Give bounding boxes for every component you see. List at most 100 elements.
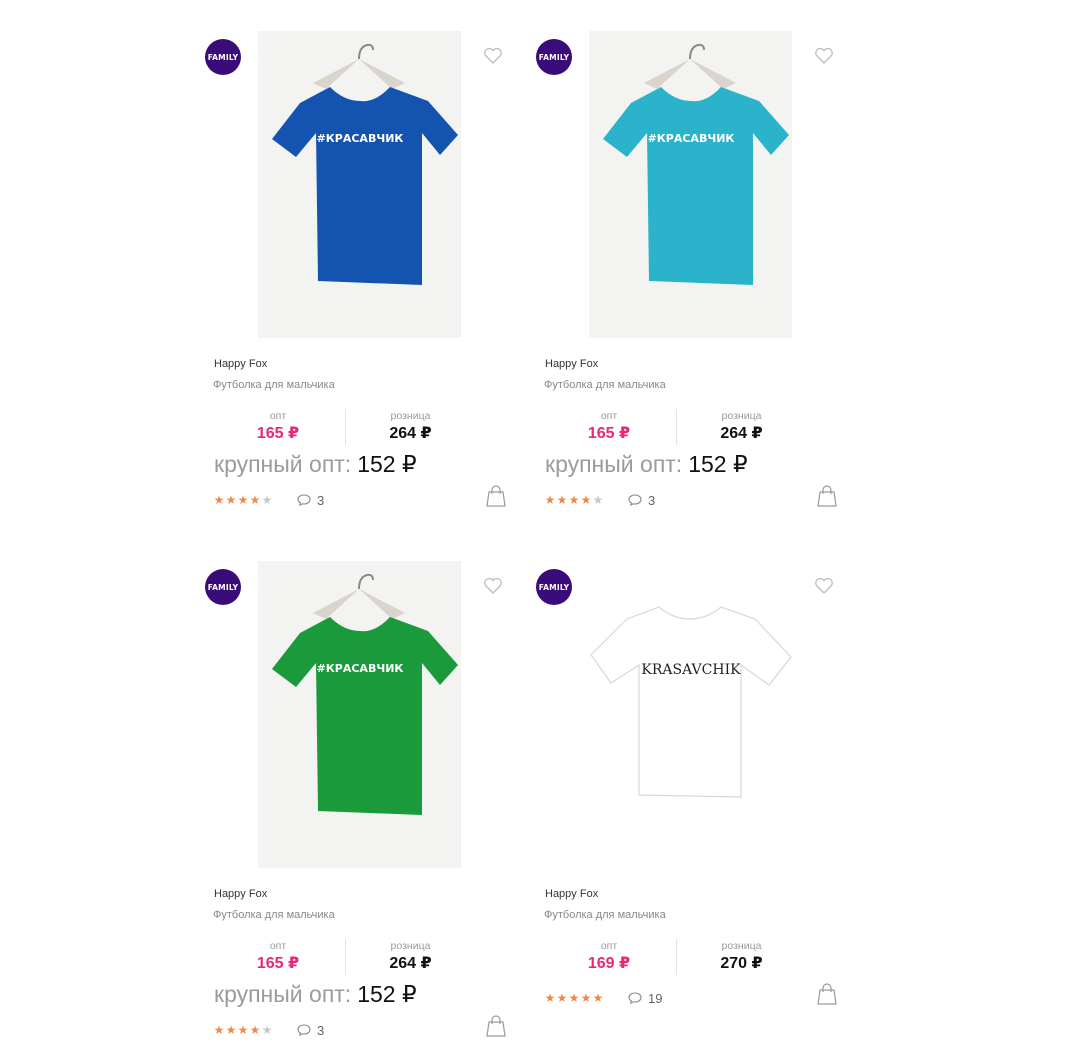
brand-name[interactable]: Happy Fox bbox=[545, 888, 598, 900]
comments-count: 3 bbox=[317, 492, 325, 508]
retail-label: розница bbox=[721, 410, 762, 422]
rating-stars: ★ ★ ★ ★ ★ bbox=[544, 494, 604, 506]
star-filled-icon: ★ bbox=[556, 493, 568, 507]
star-filled-icon: ★ bbox=[544, 991, 556, 1005]
comments-link[interactable]: 19 bbox=[628, 991, 662, 1006]
add-to-cart-bag-icon[interactable] bbox=[816, 983, 838, 1005]
brand-name[interactable]: Happy Fox bbox=[545, 358, 598, 370]
wholesale-value: 165 ₽ bbox=[256, 425, 300, 442]
star-filled-icon: ★ bbox=[237, 1023, 249, 1037]
product-title[interactable]: Футболка для мальчика bbox=[544, 379, 666, 391]
star-filled-icon: ★ bbox=[580, 991, 592, 1005]
bulk-label: крупный опт: bbox=[214, 451, 352, 477]
add-to-cart-bag-icon[interactable] bbox=[816, 485, 838, 507]
wholesale-price: опт 165 ₽ bbox=[213, 409, 343, 444]
comments-count: 19 bbox=[648, 990, 663, 1006]
star-filled-icon: ★ bbox=[556, 991, 568, 1005]
retail-price: розница 264 ₽ bbox=[345, 409, 475, 445]
star-filled-icon: ★ bbox=[225, 1023, 237, 1037]
star-filled-icon: ★ bbox=[249, 1023, 261, 1037]
favorite-heart-icon[interactable] bbox=[483, 47, 503, 65]
comments-count: 3 bbox=[317, 1022, 325, 1038]
product-image[interactable]: KRASAVCHIK bbox=[589, 561, 792, 868]
wholesale-label: опт bbox=[269, 410, 287, 422]
retail-value: 264 ₽ bbox=[720, 425, 763, 442]
tshirt-image: #КРАСАВЧИК bbox=[603, 43, 789, 285]
wholesale-label: опт bbox=[600, 410, 618, 422]
rating-stars: ★ ★ ★ ★ ★ bbox=[213, 494, 273, 506]
product-card[interactable]: FAMILY #КРАСАВЧИК Happy Fox Футболка для… bbox=[205, 561, 525, 1059]
tshirt-image: #КРАСАВЧИК bbox=[272, 43, 458, 285]
svg-text:#КРАСАВЧИК: #КРАСАВЧИК bbox=[648, 132, 735, 145]
star-empty-icon: ★ bbox=[261, 1023, 273, 1037]
product-title[interactable]: Футболка для мальчика bbox=[213, 379, 335, 391]
product-image[interactable]: #КРАСАВЧИК bbox=[589, 31, 792, 338]
comment-icon bbox=[628, 992, 642, 1004]
retail-value: 264 ₽ bbox=[389, 955, 432, 972]
star-filled-icon: ★ bbox=[568, 493, 580, 507]
wholesale-price: опт 165 ₽ bbox=[213, 939, 343, 974]
tshirt-image: #КРАСАВЧИК bbox=[272, 573, 458, 815]
bulk-label: крупный опт: bbox=[214, 981, 352, 1007]
star-filled-icon: ★ bbox=[225, 493, 237, 507]
retail-label: розница bbox=[390, 410, 431, 422]
star-filled-icon: ★ bbox=[213, 1023, 225, 1037]
product-title[interactable]: Футболка для мальчика bbox=[213, 909, 335, 921]
product-title[interactable]: Футболка для мальчика bbox=[544, 909, 666, 921]
product-card[interactable]: FAMILY KRASAVCHIK Happy Fox Футболка для… bbox=[536, 561, 856, 1059]
comments-link[interactable]: 3 bbox=[297, 493, 324, 508]
bulk-value: 152 ₽ bbox=[688, 451, 748, 477]
product-image[interactable]: #КРАСАВЧИК bbox=[258, 561, 461, 868]
tshirt-image: KRASAVCHIK bbox=[590, 606, 792, 798]
add-to-cart-bag-icon[interactable] bbox=[485, 1015, 507, 1037]
add-to-cart-bag-icon[interactable] bbox=[485, 485, 507, 507]
rating-row: ★ ★ ★ ★ ★ 3 bbox=[213, 492, 325, 508]
svg-text:KRASAVCHIK: KRASAVCHIK bbox=[641, 662, 741, 678]
star-filled-icon: ★ bbox=[592, 991, 604, 1005]
rating-stars: ★ ★ ★ ★ ★ bbox=[544, 992, 604, 1004]
comment-icon bbox=[628, 494, 642, 506]
wholesale-value: 165 ₽ bbox=[256, 955, 300, 972]
wholesale-price: опт 165 ₽ bbox=[544, 409, 674, 444]
rating-stars: ★ ★ ★ ★ ★ bbox=[213, 1024, 273, 1036]
svg-text:#КРАСАВЧИК: #КРАСАВЧИК bbox=[317, 132, 404, 145]
retail-price: розница 264 ₽ bbox=[345, 939, 475, 975]
brand-name[interactable]: Happy Fox bbox=[214, 358, 267, 370]
family-badge: FAMILY bbox=[536, 569, 572, 605]
retail-label: розница bbox=[721, 940, 762, 952]
star-filled-icon: ★ bbox=[568, 991, 580, 1005]
bulk-label: крупный опт: bbox=[545, 451, 683, 477]
bulk-price: крупный опт: 152 ₽ bbox=[214, 451, 417, 478]
retail-price: розница 270 ₽ bbox=[676, 939, 806, 975]
wholesale-value: 169 ₽ bbox=[587, 955, 631, 972]
comments-link[interactable]: 3 bbox=[628, 493, 655, 508]
wholesale-label: опт bbox=[269, 940, 287, 952]
product-card[interactable]: FAMILY #КРАСАВЧИК Happy Fox Футболка для… bbox=[536, 31, 856, 531]
product-image[interactable]: #КРАСАВЧИК bbox=[258, 31, 461, 338]
rating-row: ★ ★ ★ ★ ★ 19 bbox=[544, 990, 663, 1006]
star-filled-icon: ★ bbox=[580, 493, 592, 507]
wholesale-price: опт 169 ₽ bbox=[544, 939, 674, 974]
star-filled-icon: ★ bbox=[249, 493, 261, 507]
bulk-value: 152 ₽ bbox=[357, 981, 417, 1007]
svg-text:#КРАСАВЧИК: #КРАСАВЧИК bbox=[317, 662, 404, 675]
star-filled-icon: ★ bbox=[544, 493, 556, 507]
brand-name[interactable]: Happy Fox bbox=[214, 888, 267, 900]
product-grid: FAMILY #КРАСАВЧИК Happy Fox Футболка для… bbox=[0, 0, 1080, 1059]
comment-icon bbox=[297, 494, 311, 506]
rating-row: ★ ★ ★ ★ ★ 3 bbox=[544, 492, 656, 508]
retail-value: 264 ₽ bbox=[389, 425, 432, 442]
star-empty-icon: ★ bbox=[261, 493, 273, 507]
wholesale-value: 165 ₽ bbox=[587, 425, 631, 442]
favorite-heart-icon[interactable] bbox=[814, 47, 834, 65]
product-card[interactable]: FAMILY #КРАСАВЧИК Happy Fox Футболка для… bbox=[205, 31, 525, 531]
star-filled-icon: ★ bbox=[237, 493, 249, 507]
bulk-price: крупный опт: 152 ₽ bbox=[214, 981, 417, 1008]
favorite-heart-icon[interactable] bbox=[814, 577, 834, 595]
comments-link[interactable]: 3 bbox=[297, 1023, 324, 1038]
favorite-heart-icon[interactable] bbox=[483, 577, 503, 595]
wholesale-label: опт bbox=[600, 940, 618, 952]
bulk-value: 152 ₽ bbox=[357, 451, 417, 477]
family-badge: FAMILY bbox=[205, 569, 241, 605]
family-badge: FAMILY bbox=[205, 39, 241, 75]
